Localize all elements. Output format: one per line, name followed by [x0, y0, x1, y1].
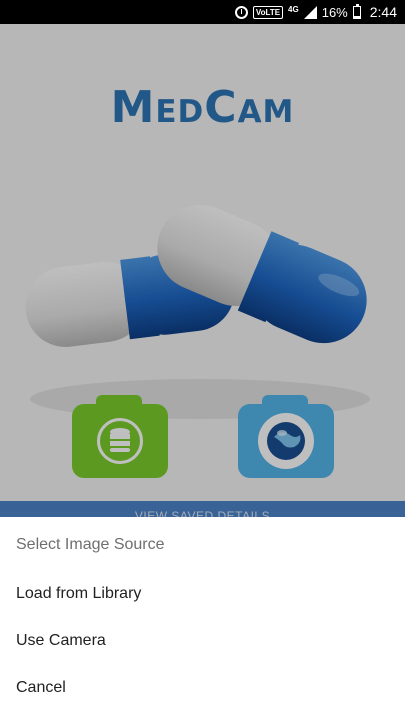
load-from-library-option[interactable]: Load from Library: [0, 571, 405, 617]
status-bar: VoLTE 4G 16% 2:44: [0, 0, 405, 24]
network-type: 4G: [288, 4, 299, 14]
alarm-icon: [234, 5, 248, 19]
battery-percent: 16%: [321, 4, 348, 20]
cancel-option[interactable]: Cancel: [0, 665, 405, 711]
volte-badge: VoLTE: [252, 5, 284, 19]
signal-icon: [303, 5, 317, 19]
image-source-sheet: Select Image Source Load from Library Us…: [0, 517, 405, 720]
battery-icon: [352, 3, 361, 19]
sheet-title: Select Image Source: [16, 536, 165, 553]
clock: 2:44: [369, 4, 397, 20]
use-camera-option[interactable]: Use Camera: [0, 618, 405, 664]
